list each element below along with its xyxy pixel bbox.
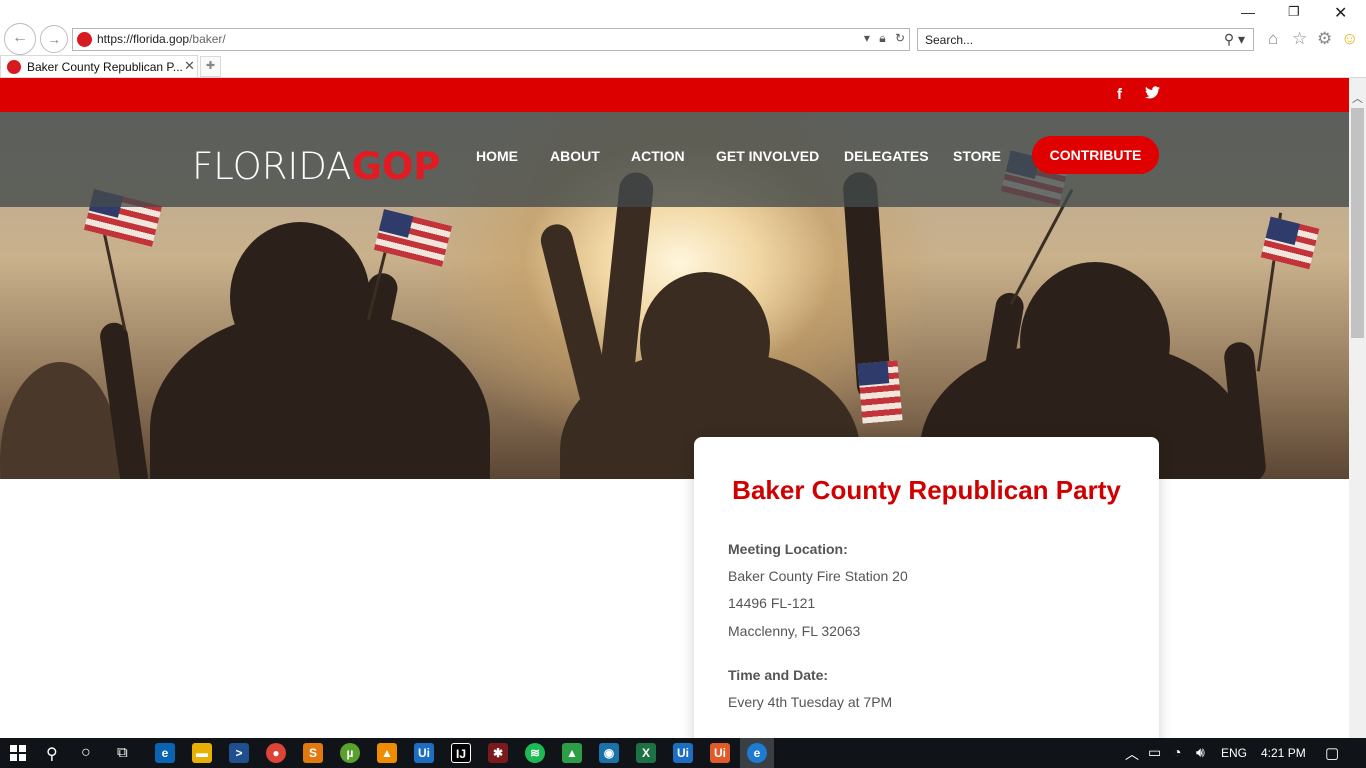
feedback-smiley-icon[interactable]: ☺: [1341, 29, 1358, 49]
tab-title: Baker County Republican P...: [27, 60, 183, 74]
internet-explorer-icon[interactable]: e: [747, 743, 767, 763]
search-placeholder: Search...: [925, 33, 974, 47]
intellij-icon[interactable]: IJ: [451, 743, 471, 763]
minimize-button[interactable]: —: [1241, 4, 1255, 20]
county-info-card: Baker County Republican Party Meeting Lo…: [694, 437, 1159, 738]
uipath-icon[interactable]: Ui: [414, 743, 434, 763]
browser-chrome: ← → https://florida.gop/baker/ ▾ 🔒︎ ↻ Se…: [0, 0, 1366, 78]
location-line-3: Macclenny, FL 32063: [728, 623, 861, 639]
file-explorer-icon[interactable]: ▬: [192, 743, 212, 763]
page-viewport: f FLORIDAGOP HOME ABOUT ACTION GET INVOL…: [0, 78, 1349, 738]
new-tab-button[interactable]: ✚: [200, 56, 221, 77]
dropdown-icon[interactable]: ▾: [864, 31, 870, 45]
nav-get-involved[interactable]: GET INVOLVED: [716, 148, 819, 164]
location-line-1: Baker County Fire Station 20: [728, 568, 908, 584]
restore-button[interactable]: ❐: [1288, 4, 1300, 20]
home-icon[interactable]: ⌂: [1268, 29, 1278, 49]
cortana-icon[interactable]: ○: [81, 744, 91, 762]
back-button[interactable]: ←: [4, 23, 36, 55]
battery-icon[interactable]: ▭: [1148, 744, 1161, 761]
close-window-button[interactable]: ✕: [1334, 3, 1347, 23]
language-indicator[interactable]: ENG: [1221, 746, 1247, 760]
excel-icon[interactable]: X: [636, 743, 656, 763]
nav-action[interactable]: ACTION: [631, 148, 685, 164]
main-navigation: FLORIDAGOP HOME ABOUT ACTION GET INVOLVE…: [0, 112, 1349, 207]
volume-icon[interactable]: 🔊︎: [1196, 744, 1205, 761]
tab-favicon-icon: [7, 60, 21, 74]
address-url[interactable]: https://florida.gop/baker/: [97, 32, 226, 46]
app-green-icon[interactable]: ▲: [562, 743, 582, 763]
address-controls: ▾ 🔒︎ ↻: [858, 31, 905, 46]
facebook-icon[interactable]: f: [1117, 86, 1122, 103]
search-icon[interactable]: ⚲ ▾: [1224, 31, 1245, 48]
uipath-robot-icon[interactable]: Ui: [673, 743, 693, 763]
contribute-button[interactable]: CONTRIBUTE: [1032, 136, 1159, 174]
nav-delegates[interactable]: DELEGATES: [844, 148, 929, 164]
settings-gear-icon[interactable]: ⚙: [1317, 29, 1332, 49]
location-line-2: 14496 FL-121: [728, 595, 816, 611]
scroll-thumb[interactable]: [1351, 108, 1364, 338]
camera-app-icon[interactable]: ◉: [599, 743, 619, 763]
lock-icon[interactable]: 🔒︎: [879, 31, 885, 45]
task-view-icon[interactable]: ⧉: [117, 744, 128, 761]
time-date-label: Time and Date:: [728, 667, 829, 683]
clock[interactable]: 4:21 PM: [1261, 746, 1306, 760]
site-logo[interactable]: FLORIDAGOP: [192, 145, 440, 188]
chrome-icon[interactable]: ●: [266, 743, 286, 763]
search-input[interactable]: Search... ⚲ ▾: [917, 28, 1254, 51]
address-bar[interactable]: https://florida.gop/baker/ ▾ 🔒︎ ↻: [72, 28, 910, 51]
site-favicon-icon: [77, 32, 92, 47]
card-title: Baker County Republican Party: [732, 475, 1121, 505]
windows-start-icon[interactable]: [10, 745, 26, 761]
action-center-icon[interactable]: ▢: [1325, 744, 1339, 762]
meeting-location-label: Meeting Location:: [728, 541, 848, 557]
show-hidden-icons[interactable]: ︿: [1125, 744, 1139, 764]
powershell-icon[interactable]: >: [229, 743, 249, 763]
top-social-bar: f: [0, 78, 1349, 112]
windows-taskbar: ⚲ ○ ⧉ e ▬ > ● S µ ▲ Ui IJ ✱ ≋ ▲ ◉ X Ui U…: [0, 738, 1366, 768]
favorites-star-icon[interactable]: ☆: [1292, 29, 1307, 49]
time-date-value: Every 4th Tuesday at 7PM: [728, 694, 893, 710]
search-icon[interactable]: ⚲: [46, 744, 58, 764]
twitter-icon[interactable]: [1145, 86, 1160, 103]
spotify-icon[interactable]: ≋: [525, 743, 545, 763]
scroll-up-icon[interactable]: ︿: [1349, 90, 1366, 106]
edge-icon[interactable]: e: [155, 743, 175, 763]
nav-store[interactable]: STORE: [953, 148, 1001, 164]
uipath-studio-icon[interactable]: Ui: [710, 743, 730, 763]
forward-button[interactable]: →: [40, 25, 68, 53]
close-tab-icon[interactable]: ✕: [184, 58, 195, 74]
utorrent-icon[interactable]: µ: [340, 743, 360, 763]
vlc-icon[interactable]: ▲: [377, 743, 397, 763]
wifi-icon[interactable]: ◔: [1173, 744, 1181, 760]
page-scrollbar[interactable]: ︿: [1349, 78, 1366, 738]
refresh-icon[interactable]: ↻: [895, 31, 905, 45]
sublime-text-icon[interactable]: S: [303, 743, 323, 763]
nav-about[interactable]: ABOUT: [550, 148, 600, 164]
app-icon[interactable]: ✱: [488, 743, 508, 763]
nav-home[interactable]: HOME: [476, 148, 518, 164]
browser-tab[interactable]: Baker County Republican P... ✕: [0, 55, 198, 78]
